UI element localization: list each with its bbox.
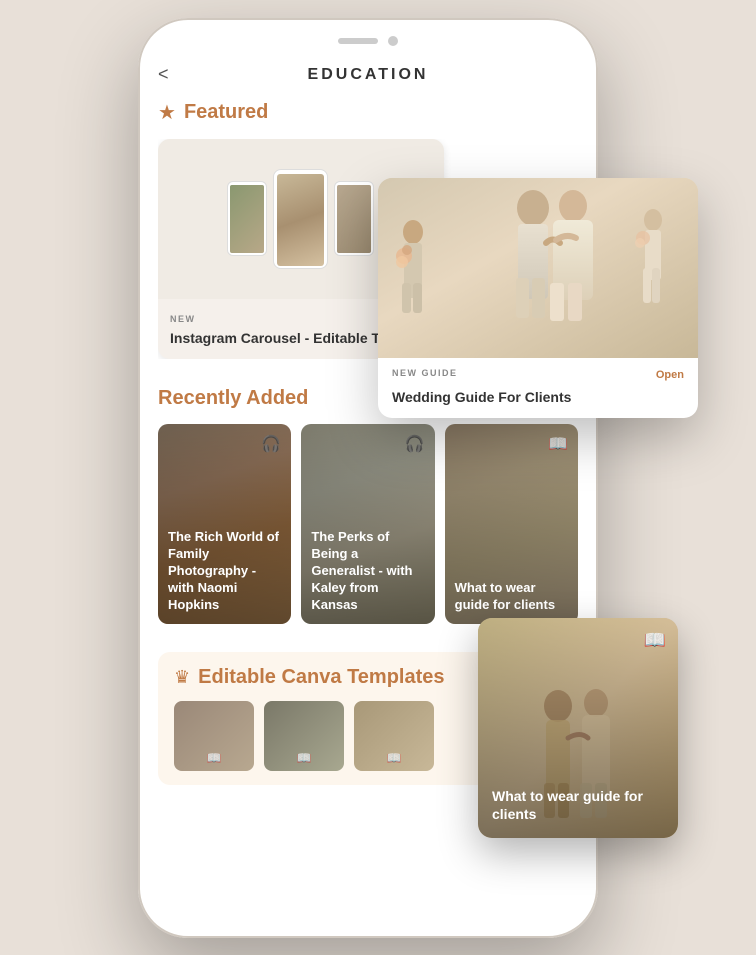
canva-title: Editable Canva Templates bbox=[198, 666, 444, 689]
wedding-photo-svg bbox=[378, 178, 698, 358]
book-icon-popup: 📖 bbox=[644, 630, 666, 651]
featured-header: ★ Featured bbox=[158, 100, 578, 125]
recently-card-3-title: What to wear guide for clients bbox=[455, 580, 568, 614]
notch-dot bbox=[388, 36, 398, 46]
wedding-card-title: Wedding Guide For Clients bbox=[392, 388, 684, 406]
popup-card-bg: 📖 What to wear guide for clients bbox=[478, 618, 678, 838]
mock-phone-left bbox=[227, 181, 267, 256]
wedding-card-overlay[interactable]: NEW GUIDE Open Wedding Guide For Clients bbox=[378, 178, 698, 418]
popup-card[interactable]: 📖 What to wear guide for clients bbox=[478, 618, 678, 838]
canva-mini-card-3[interactable]: 📖 bbox=[354, 701, 434, 771]
recently-card-3[interactable]: 📖 What to wear guide for clients bbox=[445, 424, 578, 624]
recently-card-1[interactable]: 🎧 The Rich World of Family Photography -… bbox=[158, 424, 291, 624]
recently-card-2-title: The Perks of Being a Generalist - with K… bbox=[311, 529, 424, 613]
headphones-icon-2: 🎧 bbox=[405, 434, 425, 454]
wedding-card-action[interactable]: Open bbox=[656, 369, 684, 381]
featured-title: Featured bbox=[184, 101, 268, 124]
phone-notch bbox=[138, 18, 598, 56]
headphones-icon-1: 🎧 bbox=[261, 434, 281, 454]
mock-phone-center bbox=[273, 169, 328, 269]
book-icon-canva-1: 📖 bbox=[207, 751, 222, 765]
recently-card-1-title: The Rich World of Family Photography - w… bbox=[168, 529, 281, 613]
popup-card-title: What to wear guide for clients bbox=[492, 787, 664, 823]
canva-mini-card-1[interactable]: 📖 bbox=[174, 701, 254, 771]
book-icon-1: 📖 bbox=[548, 434, 568, 454]
notch-pill bbox=[338, 38, 378, 44]
book-icon-canva-2: 📖 bbox=[297, 751, 312, 765]
instagram-card-badge: NEW bbox=[170, 314, 196, 324]
wedding-card-top: NEW GUIDE Open bbox=[392, 368, 684, 382]
canva-left: ♛ Editable Canva Templates bbox=[174, 666, 445, 689]
canva-mini-card-2[interactable]: 📖 bbox=[264, 701, 344, 771]
wedding-card-badge: NEW GUIDE bbox=[392, 368, 458, 378]
recently-cards-list: 🎧 The Rich World of Family Photography -… bbox=[158, 424, 578, 624]
recently-title: Recently Added bbox=[158, 387, 308, 410]
book-icon-canva-3: 📖 bbox=[387, 751, 402, 765]
mock-phone-right bbox=[334, 181, 374, 256]
recently-card-2[interactable]: 🎧 The Perks of Being a Generalist - with… bbox=[301, 424, 434, 624]
back-button[interactable]: < bbox=[158, 64, 169, 85]
phone-container: < EDUCATION ★ Featured bbox=[138, 18, 618, 938]
page-title: EDUCATION bbox=[308, 66, 429, 84]
screen-header: < EDUCATION bbox=[158, 56, 578, 100]
wedding-card-info: NEW GUIDE Open Wedding Guide For Clients bbox=[378, 358, 698, 418]
star-icon: ★ bbox=[158, 100, 176, 125]
crown-icon: ♛ bbox=[174, 667, 190, 688]
recently-section: Recently Added 🎧 The Rich World of Famil… bbox=[158, 387, 578, 624]
wedding-card-photo bbox=[378, 178, 698, 358]
